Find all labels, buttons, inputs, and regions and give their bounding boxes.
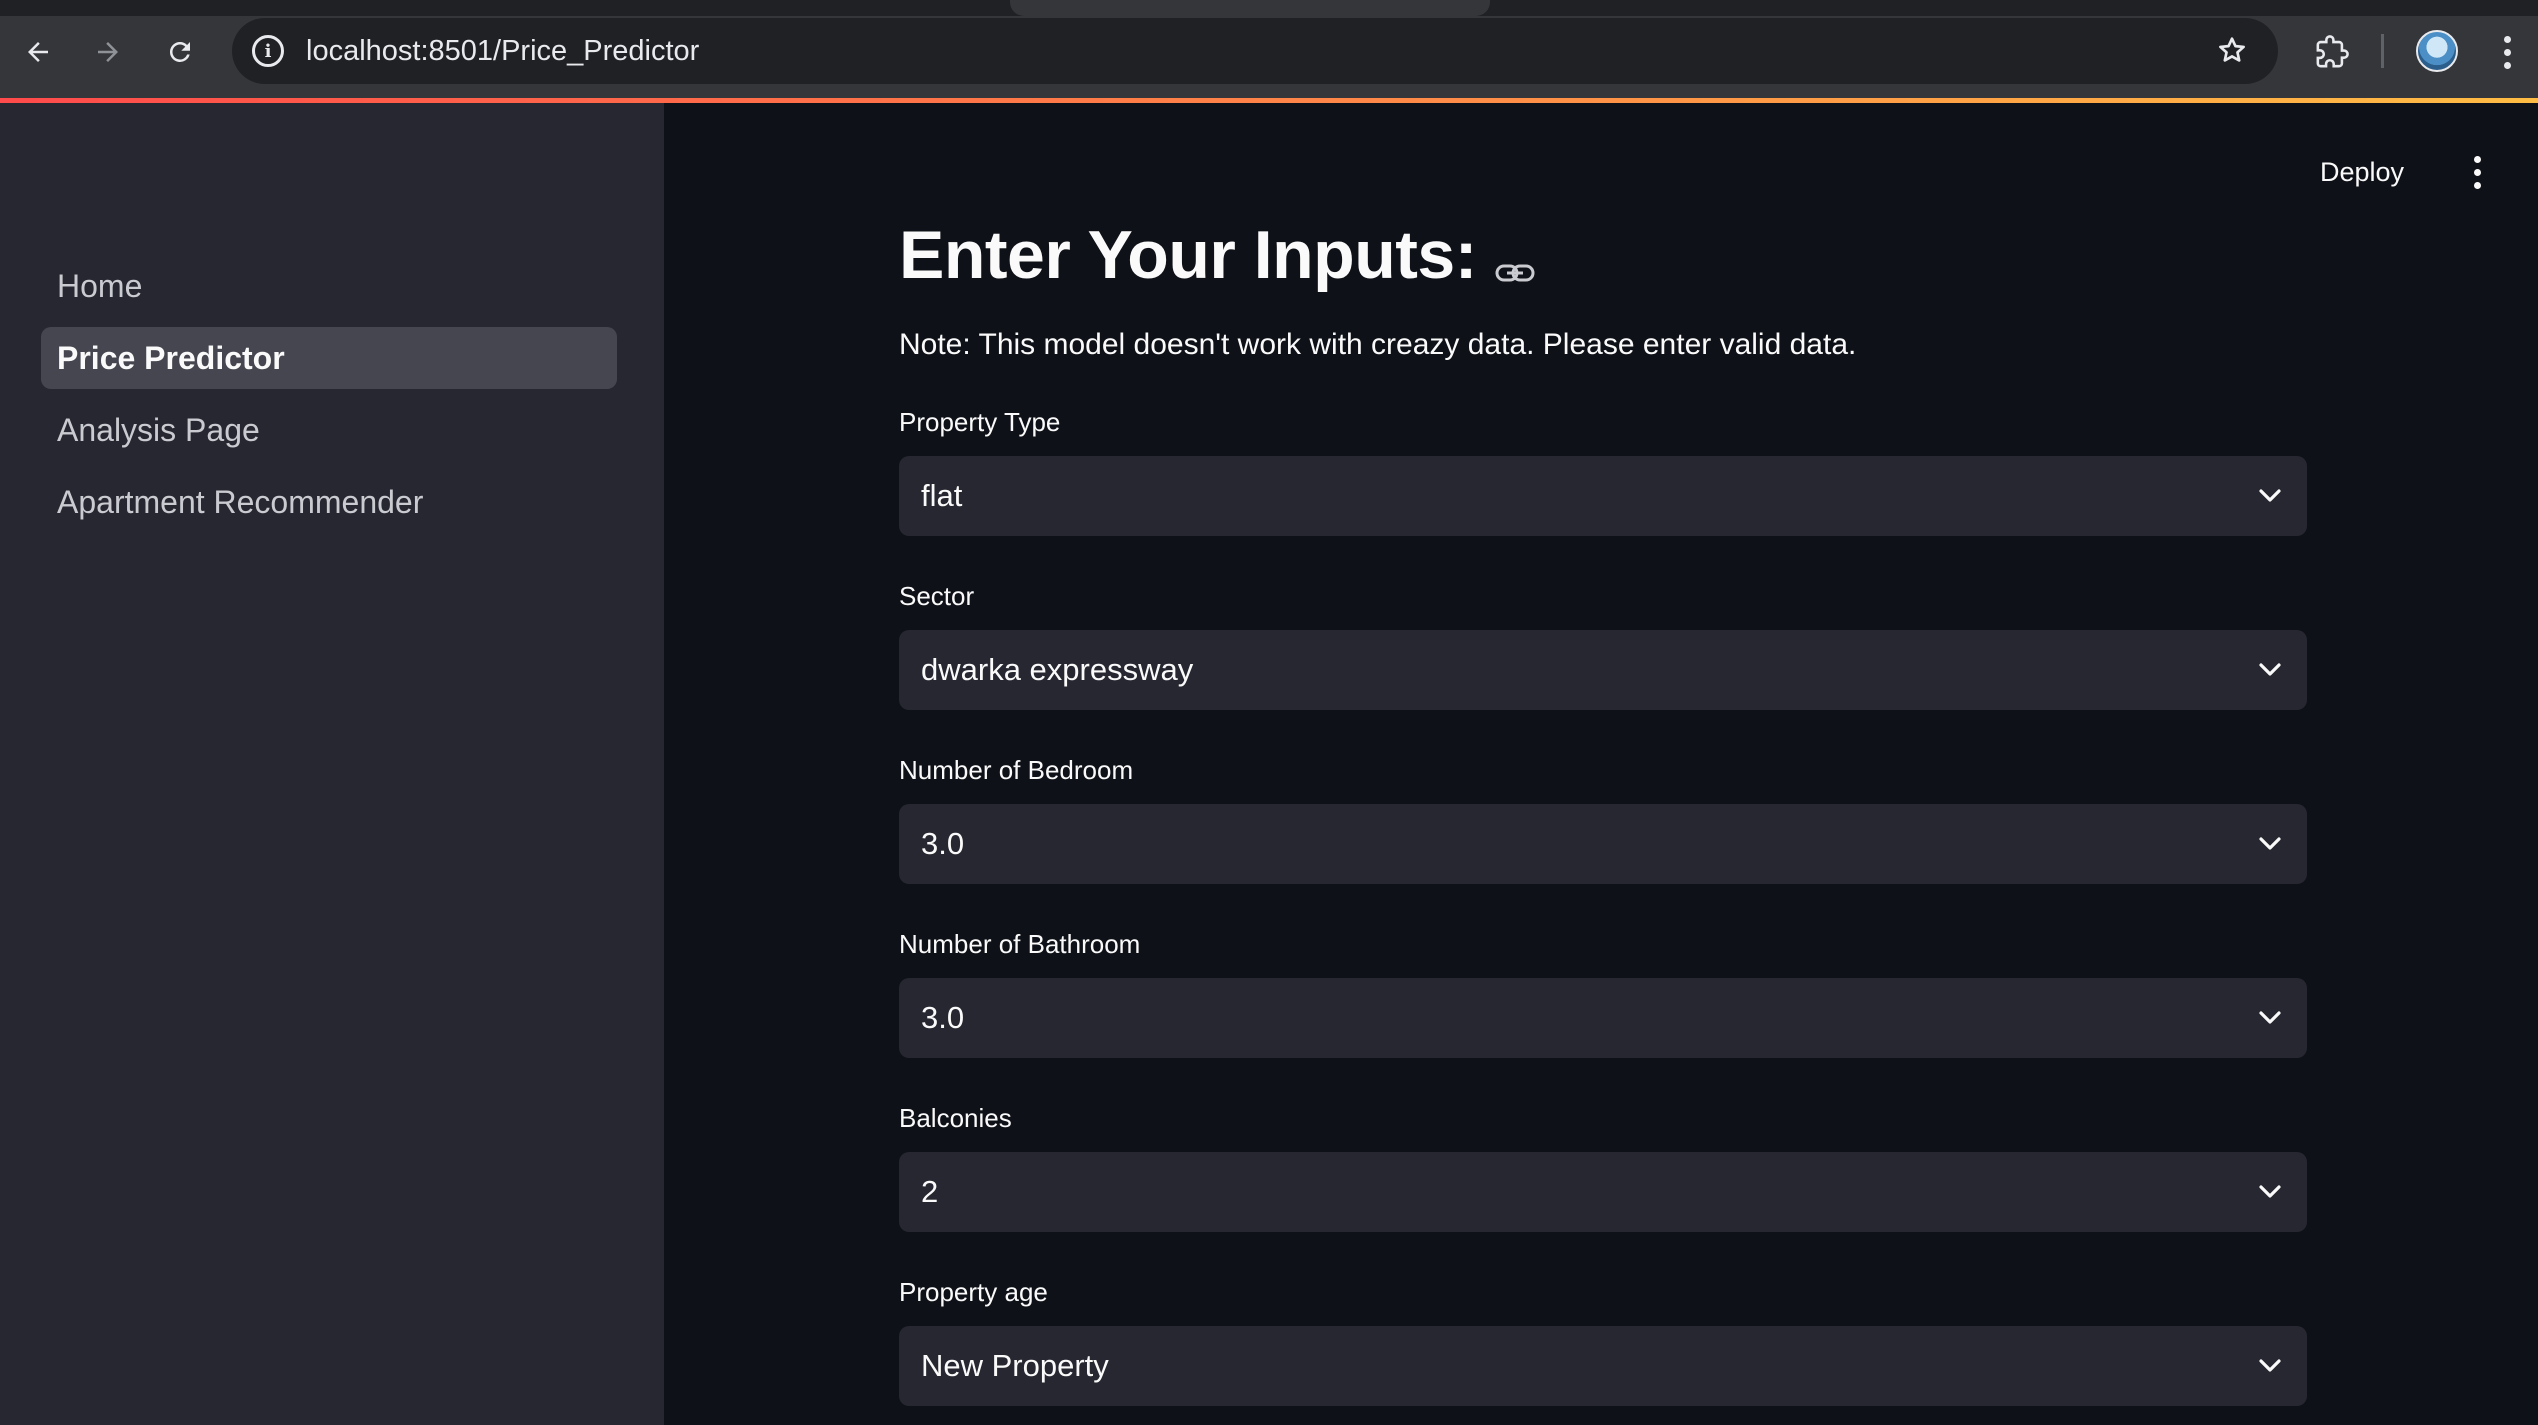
url-path: /Price_Predictor xyxy=(493,34,700,67)
select-value: dwarka expressway xyxy=(921,652,1194,687)
site-info-icon[interactable]: i xyxy=(252,35,284,67)
field-label: Property age xyxy=(899,1276,1048,1307)
field-balconies: Balconies 2 xyxy=(899,1100,2307,1232)
url-host: localhost:8501 xyxy=(306,34,494,67)
field-bedrooms: Number of Bedroom 3.0 xyxy=(899,752,2307,884)
sidebar-item-apartment-recommender[interactable]: Apartment Recommender xyxy=(41,471,617,533)
field-label: Number of Bedroom xyxy=(899,754,1134,785)
main-content: Enter Your Inputs: Note: This model does… xyxy=(899,200,2307,1406)
field-label: Balconies xyxy=(899,1102,1012,1133)
bathrooms-select[interactable]: 3.0 xyxy=(899,978,2307,1058)
field-label: Property Type xyxy=(899,406,1061,437)
select-value: New Property xyxy=(921,1348,1109,1383)
bookmark-star-icon[interactable] xyxy=(2216,28,2248,75)
deploy-button[interactable]: Deploy xyxy=(2320,152,2404,192)
field-label: Number of Bathroom xyxy=(899,928,1141,959)
field-property-age: Property age New Property xyxy=(899,1274,2307,1406)
sidebar-item-analysis-page[interactable]: Analysis Page xyxy=(41,399,617,461)
browser-menu-icon[interactable] xyxy=(2492,28,2522,76)
active-tab-edge xyxy=(1010,0,1490,16)
page-title-text: Enter Your Inputs: xyxy=(899,217,1477,293)
property-age-select[interactable]: New Property xyxy=(899,1326,2307,1406)
sector-select[interactable]: dwarka expressway xyxy=(899,630,2307,710)
extensions-icon[interactable] xyxy=(2308,28,2356,76)
field-label: Sector xyxy=(899,580,975,611)
address-bar[interactable]: i localhost:8501/Price_Predictor xyxy=(232,18,2278,84)
arrow-right-icon xyxy=(98,42,118,62)
chevron-down-icon xyxy=(2257,1179,2283,1205)
main-menu-icon[interactable] xyxy=(2462,152,2492,192)
chevron-down-icon xyxy=(2257,1353,2283,1379)
select-value: flat xyxy=(921,478,963,513)
chevron-down-icon xyxy=(2257,831,2283,857)
note-text: Note: This model doesn't work with creaz… xyxy=(899,328,1857,361)
select-value: 3.0 xyxy=(921,1000,965,1035)
toolbar-separator xyxy=(2381,34,2384,68)
select-value: 2 xyxy=(921,1174,939,1209)
sidebar-nav: Home Price Predictor Analysis Page Apart… xyxy=(41,255,617,543)
balconies-select[interactable]: 2 xyxy=(899,1152,2307,1232)
sidebar-item-price-predictor[interactable]: Price Predictor xyxy=(41,327,617,389)
reload-icon xyxy=(169,41,190,62)
field-property-type: Property Type flat xyxy=(899,404,2307,536)
chevron-down-icon xyxy=(2257,657,2283,683)
page-title: Enter Your Inputs: xyxy=(899,200,2307,310)
sidebar: Home Price Predictor Analysis Page Apart… xyxy=(0,103,664,1425)
field-bathrooms: Number of Bathroom 3.0 xyxy=(899,926,2307,1058)
back-button[interactable] xyxy=(14,28,62,76)
reload-button[interactable] xyxy=(156,28,204,76)
chevron-down-icon xyxy=(2257,1005,2283,1031)
browser-toolbar: i localhost:8501/Price_Predictor xyxy=(0,0,2538,100)
forward-button[interactable] xyxy=(84,28,132,76)
bedrooms-select[interactable]: 3.0 xyxy=(899,804,2307,884)
chevron-down-icon xyxy=(2257,483,2283,509)
arrow-left-icon xyxy=(28,42,48,62)
select-value: 3.0 xyxy=(921,826,965,861)
url-text[interactable]: localhost:8501/Price_Predictor xyxy=(306,35,699,68)
sidebar-item-home[interactable]: Home xyxy=(41,255,617,317)
profile-avatar[interactable] xyxy=(2416,30,2458,72)
field-sector: Sector dwarka expressway xyxy=(899,578,2307,710)
link-icon[interactable] xyxy=(1495,223,1535,301)
property-type-select[interactable]: flat xyxy=(899,456,2307,536)
